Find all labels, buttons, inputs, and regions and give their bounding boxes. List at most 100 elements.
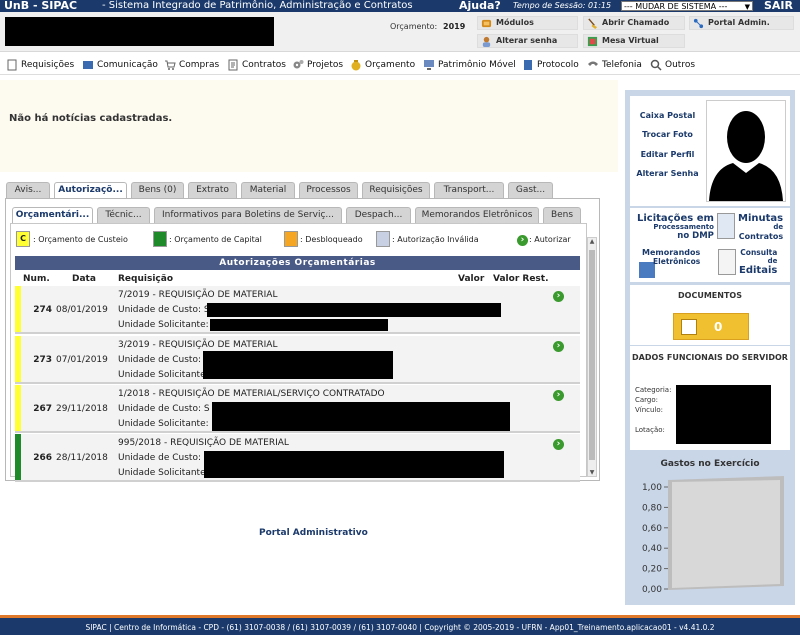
minutas-shortcut[interactable]: Minutas de Contratos xyxy=(738,214,783,242)
row-num: 274 xyxy=(33,305,52,315)
trocar-foto-link[interactable]: Trocar Foto xyxy=(635,130,700,139)
subtab-despachos[interactable]: Despach... xyxy=(346,207,411,224)
editais-line-3: Editais xyxy=(739,265,778,276)
news-area: Não há notícias cadastradas. xyxy=(0,80,618,172)
subtab-memorandos[interactable]: Memorandos Eletrônicos xyxy=(415,207,539,224)
table-row: 274 08/01/2019 7/2019 - REQUISIÇÃO DE MA… xyxy=(15,286,580,334)
row-unidade-solicitante: Unidade Solicitante: xyxy=(118,320,209,330)
legend-capital-swatch xyxy=(153,231,167,247)
app-subtitle: - Sistema Integrado de Patrimônio, Admin… xyxy=(102,0,413,11)
menu-compras[interactable]: Compras xyxy=(164,59,219,73)
alterar-senha-link[interactable]: Alterar senha xyxy=(477,34,578,48)
tab-extrato[interactable]: Extrato xyxy=(188,182,237,199)
portal-administrativo-link[interactable]: Portal Administrativo xyxy=(259,528,368,538)
table-row: 266 28/11/2018 995/2018 - REQUISIÇÃO DE … xyxy=(15,434,580,482)
licitacoes-shortcut[interactable]: Licitações em Processamento no DMP xyxy=(637,214,714,241)
caixa-postal-link[interactable]: Caixa Postal xyxy=(635,111,700,120)
documents-button[interactable]: 0 xyxy=(673,313,749,340)
subtab-tecnicos[interactable]: Técnic... xyxy=(97,207,150,224)
legend-invalida-swatch xyxy=(376,231,390,247)
footer: SIPAC | Centro de Informática - CPD - (6… xyxy=(0,615,800,635)
subtab-orcamentarias[interactable]: Orçamentári... xyxy=(12,207,93,224)
protocol-icon xyxy=(524,60,532,70)
scroll-up-icon[interactable]: ▲ xyxy=(588,238,596,245)
row-num: 267 xyxy=(33,404,52,414)
tab-processos[interactable]: Processos xyxy=(299,182,358,199)
avatar xyxy=(706,100,786,202)
legend-desbloqueado-swatch xyxy=(284,231,298,247)
gears-icon xyxy=(293,60,304,69)
menu-telefonia-label: Telefonia xyxy=(602,60,642,70)
menu-projetos[interactable]: Projetos xyxy=(292,59,343,73)
logout-button[interactable]: SAIR xyxy=(764,0,793,12)
tab-autorizacoes[interactable]: Autorizaçõ... xyxy=(54,182,127,199)
authorize-button[interactable]: › xyxy=(553,341,564,352)
editar-perfil-link[interactable]: Editar Perfil xyxy=(635,150,700,159)
redacted-unidades xyxy=(204,451,504,478)
portal-admin-label: Portal Admin. xyxy=(708,18,770,27)
alterar-senha-profile-link[interactable]: Alterar Senha xyxy=(635,169,700,178)
menu-protocolo[interactable]: Protocolo xyxy=(522,59,579,73)
user-key-icon xyxy=(482,36,491,47)
gastos-tick-label: 1,00 xyxy=(642,483,662,493)
menu-telefonia[interactable]: Telefonia xyxy=(587,59,642,73)
col-valor: Valor xyxy=(458,274,485,284)
col-num: Num. xyxy=(23,274,50,284)
subtab-bens[interactable]: Bens xyxy=(543,207,581,224)
uc-label: Unidade de Custo: xyxy=(118,305,201,315)
redacted-unidades xyxy=(203,351,393,379)
menu-compras-label: Compras xyxy=(179,60,220,70)
row-requisicao: 7/2019 - REQUISIÇÃO DE MATERIAL xyxy=(118,290,278,300)
gastos-tick-label: 0,80 xyxy=(642,503,662,513)
scroll-down-icon[interactable]: ▼ xyxy=(588,469,596,476)
menu-outros[interactable]: Outros xyxy=(650,59,695,73)
budget-year-label: Orçamento: xyxy=(390,22,438,31)
table-scrollbar[interactable]: ▲ ▼ xyxy=(587,237,597,477)
tab-requisicoes[interactable]: Requisições xyxy=(362,182,430,199)
licitacoes-line-1: Licitações em xyxy=(637,213,714,224)
tab-gastos[interactable]: Gast... xyxy=(508,182,553,199)
system-select[interactable]: --- MUDAR DE SISTEMA --- ▼ xyxy=(621,1,753,11)
menu-requisicoes[interactable]: Requisições xyxy=(6,59,74,73)
menu-requisicoes-label: Requisições xyxy=(21,60,75,70)
mesa-virtual-link[interactable]: Mesa Virtual xyxy=(583,34,685,48)
scrollbar-thumb[interactable] xyxy=(589,250,595,460)
menu-patrimonio[interactable]: Patrimônio Móvel xyxy=(423,59,516,73)
editais-shortcut[interactable]: Consulta de Editais xyxy=(739,248,778,276)
row-requisicao: 3/2019 - REQUISIÇÃO DE MATERIAL xyxy=(118,340,278,350)
tab-transporte[interactable]: Transport... xyxy=(434,182,504,199)
authorize-button[interactable]: › xyxy=(553,439,564,450)
gastos-chart: 1,00 0,80 0,60 0,40 0,20 0,00 xyxy=(642,476,784,595)
modulos-link[interactable]: Módulos xyxy=(477,16,578,30)
cargo-label: Cargo: xyxy=(635,396,659,404)
gastos-tick-label: 0,60 xyxy=(642,524,662,534)
tab-bens[interactable]: Bens (0) xyxy=(131,182,184,199)
tab-avisos[interactable]: Avis... xyxy=(6,182,50,199)
main-menu: Requisições Comunicação Compras Contrato… xyxy=(0,55,800,75)
portal-admin-link[interactable]: Portal Admin. xyxy=(689,16,794,30)
menu-orcamento[interactable]: Orçamento xyxy=(350,59,415,73)
search-doc-icon xyxy=(718,249,736,275)
memorandos-shortcut[interactable]: Memorandos Eletrônicos xyxy=(642,248,700,266)
uc-label: Unidade de Custo: xyxy=(118,355,201,365)
subtab-informativos[interactable]: Informativos para Boletins de Serviç... xyxy=(154,207,342,224)
redacted-unidade-solicitante xyxy=(210,319,388,331)
row-type-bar xyxy=(15,336,21,382)
news-message: Não há notícias cadastradas. xyxy=(9,113,173,124)
system-select-value: --- MUDAR DE SISTEMA --- xyxy=(624,2,728,11)
row-type-bar xyxy=(15,434,21,480)
menu-contratos[interactable]: Contratos xyxy=(227,59,286,73)
broom-icon xyxy=(588,18,598,29)
abrir-chamado-link[interactable]: Abrir Chamado xyxy=(583,16,685,30)
authorize-button[interactable]: › xyxy=(553,291,564,302)
authorize-button[interactable]: › xyxy=(553,390,564,401)
virtual-desk-icon xyxy=(587,36,598,47)
tab-material[interactable]: Material xyxy=(241,182,295,199)
legend-custeio-swatch: C xyxy=(16,231,30,247)
documents-title: DOCUMENTOS xyxy=(678,291,742,300)
help-link[interactable]: Ajuda? xyxy=(459,0,501,12)
menu-comunicacao[interactable]: Comunicação xyxy=(82,59,158,73)
money-bag-icon xyxy=(351,60,361,71)
magnifier-icon xyxy=(650,59,662,71)
contract-doc-icon xyxy=(717,213,735,239)
